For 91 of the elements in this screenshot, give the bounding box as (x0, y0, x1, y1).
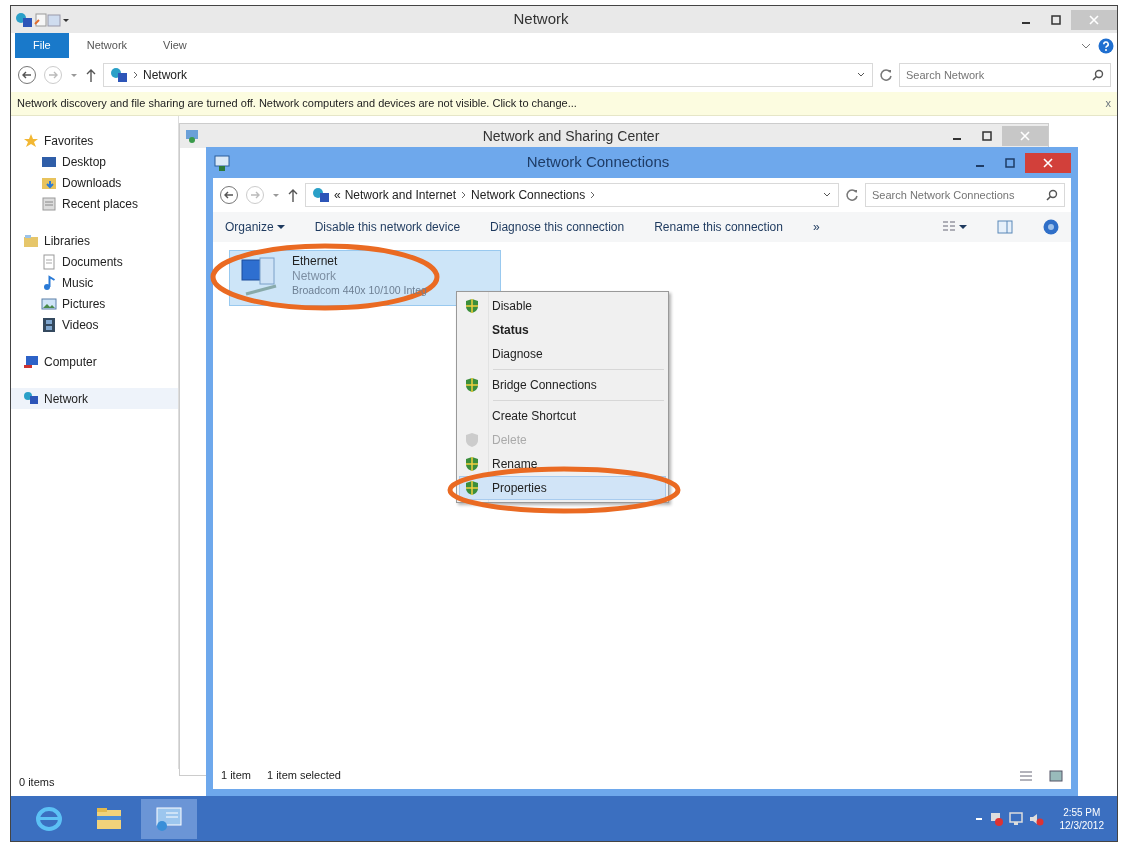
preview-pane-icon[interactable] (997, 220, 1013, 234)
window-title: Network (512, 9, 570, 30)
maximize-icon[interactable] (982, 131, 992, 141)
network-icon[interactable] (15, 11, 33, 28)
network-icon (23, 390, 39, 407)
folder-icon (23, 232, 39, 249)
document-icon (41, 253, 57, 270)
nav-item[interactable]: Documents (11, 251, 178, 272)
ribbon-tab[interactable]: View (145, 33, 205, 58)
toolbar-button[interactable]: Organize (225, 218, 285, 236)
film-icon (41, 316, 57, 333)
close-button[interactable]: x (1105, 95, 1111, 112)
close-icon (1020, 131, 1030, 141)
nav-item[interactable]: Computer (11, 351, 178, 372)
nav-item[interactable]: Network (11, 388, 178, 409)
nav-item[interactable]: Videos (11, 314, 178, 335)
maximize-icon[interactable] (1005, 157, 1015, 168)
nav-item[interactable]: Favorites (11, 130, 178, 151)
refresh-icon[interactable] (845, 188, 859, 202)
search-icon (1046, 189, 1058, 201)
menu-item[interactable]: Properties (459, 476, 666, 500)
view-icon (942, 220, 956, 234)
menu-item[interactable]: Bridge Connections (459, 373, 666, 397)
toolbar-button[interactable]: Diagnose this connection (490, 218, 625, 236)
chevron-right-icon (132, 70, 139, 80)
more-button[interactable]: » (812, 218, 820, 236)
window-title: Network Connections (525, 152, 671, 173)
nav-item[interactable]: Music (11, 272, 178, 293)
nav-item[interactable]: Pictures (11, 293, 178, 314)
search-field[interactable]: Search Network (899, 63, 1111, 87)
shield-icon (464, 298, 480, 314)
breadcrumb-overflow[interactable]: « (334, 186, 341, 204)
maximize-icon[interactable] (1051, 14, 1061, 25)
back-icon[interactable] (219, 185, 239, 205)
network-icon[interactable] (1007, 810, 1024, 827)
clock[interactable]: 2:55 PM 12/3/2012 (1059, 805, 1104, 832)
shield-icon (464, 432, 480, 448)
caret-down-icon (959, 223, 967, 231)
menu-item[interactable]: Status (459, 318, 666, 342)
breadcrumb-item[interactable]: Network and Internet (344, 186, 457, 204)
address-bar[interactable]: « Network and Internet Network Connections (305, 183, 839, 207)
chevron-right-icon (589, 190, 597, 200)
address-bar[interactable]: Network (103, 63, 873, 87)
info-bar-message[interactable]: Network discovery and file sharing are turned off. Network computers and devices are not visible. Click to change... (17, 95, 1106, 112)
nav-item[interactable]: Recent places (11, 193, 178, 214)
nav-item[interactable]: Downloads (11, 172, 178, 193)
connection-name: Ethernet (292, 254, 339, 269)
menu-item[interactable]: Rename (459, 452, 666, 476)
caret-down-icon (276, 223, 285, 231)
status-text: 1 item (221, 768, 251, 784)
shield-icon (464, 480, 480, 496)
close-icon (1089, 14, 1099, 25)
details-view-icon[interactable] (1019, 769, 1033, 782)
search-icon (1092, 69, 1104, 81)
network-icon (110, 67, 128, 83)
network-icon (312, 187, 330, 203)
large-icons-view-icon[interactable] (1049, 769, 1063, 782)
network-connections-icon[interactable] (213, 153, 231, 172)
window-title: Network and Sharing Center (481, 126, 661, 146)
nav-item[interactable]: Libraries (11, 230, 178, 251)
view-button[interactable] (942, 220, 967, 234)
search-field[interactable]: Search Network Connections (865, 183, 1065, 207)
refresh-icon[interactable] (879, 68, 893, 82)
picture-icon (41, 295, 57, 312)
status-text: 1 item selected (266, 768, 341, 784)
star-icon (23, 132, 39, 149)
breadcrumb-item[interactable]: Network Connections (471, 186, 586, 204)
back-icon[interactable] (17, 65, 37, 85)
up-arrow-icon[interactable] (85, 67, 97, 83)
connection-status: Network (292, 269, 337, 284)
up-arrow-icon[interactable] (287, 187, 299, 203)
status-text: 0 items (19, 775, 55, 791)
computer-icon (23, 353, 39, 370)
shield-icon (464, 377, 480, 393)
chevron-right-icon (460, 190, 468, 200)
toolbar-button[interactable]: Rename this connection (654, 218, 783, 236)
close-icon (1043, 157, 1053, 168)
network-icon[interactable] (184, 128, 200, 144)
toolbar-button[interactable]: Disable this network device (314, 218, 461, 236)
breadcrumb-item[interactable]: Network (143, 66, 187, 84)
shield-icon (464, 456, 480, 472)
menu-item[interactable]: Create Shortcut (459, 404, 666, 428)
ribbon-tab[interactable]: Network (68, 33, 146, 58)
ribbon-tab[interactable]: File (15, 33, 69, 58)
taskbar-button[interactable] (141, 798, 197, 839)
document-icon (41, 195, 57, 212)
close-button[interactable] (1025, 152, 1071, 173)
document-icon[interactable] (33, 11, 47, 28)
menu-item[interactable]: Diagnose (459, 342, 666, 366)
music-note-icon (41, 274, 57, 291)
nav-item[interactable]: Desktop (11, 151, 178, 172)
